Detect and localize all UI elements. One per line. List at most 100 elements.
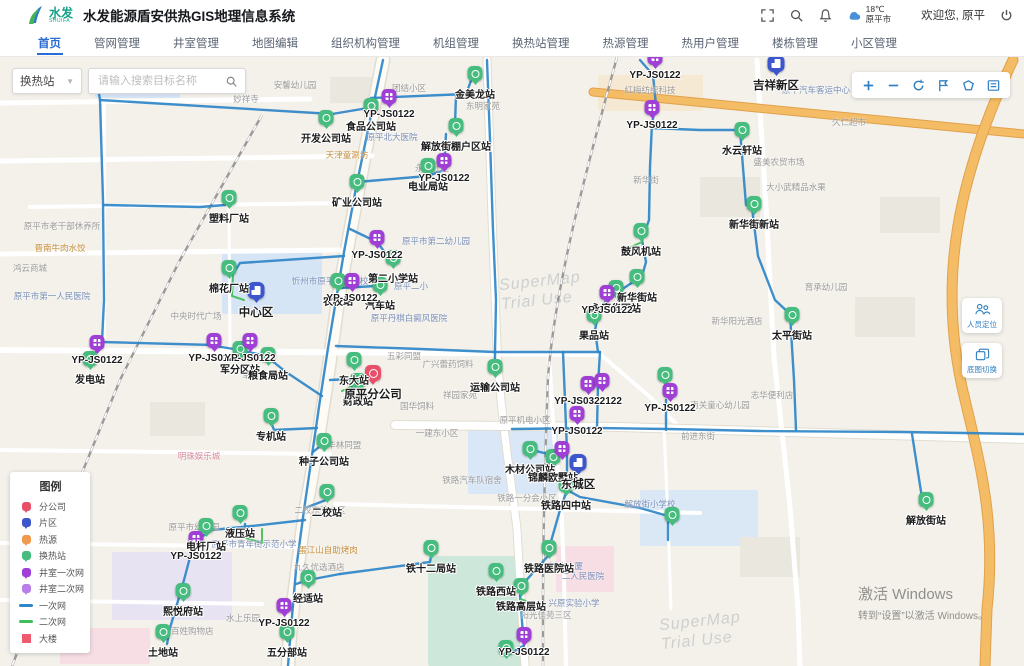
marker-label: 食品公司站: [346, 118, 396, 133]
well-pin[interactable]: [345, 273, 360, 288]
station-pin[interactable]: [489, 563, 504, 578]
legend-label: 片区: [39, 516, 57, 529]
marker-label: 种子公司站: [299, 453, 349, 468]
station-pin[interactable]: [233, 505, 248, 520]
station-pin[interactable]: [320, 484, 335, 499]
marker-label: 二校站: [312, 504, 342, 519]
tab-5[interactable]: 机组管理: [433, 30, 479, 56]
district-pin[interactable]: [248, 282, 265, 299]
marker-label: 东大站: [339, 372, 369, 387]
tab-0[interactable]: 首页: [38, 30, 61, 56]
station-pin[interactable]: [735, 122, 750, 137]
station-pin[interactable]: [331, 273, 346, 288]
map-place-label: 东明家苑: [466, 100, 500, 112]
map-canvas[interactable]: 开发公司站食品公司站金美龙站解放街棚户区站电业局站矿业公司站塑料厂站棉花厂站水云…: [0, 57, 1024, 666]
zoom-out-button[interactable]: [883, 75, 904, 96]
measure-distance-button[interactable]: [933, 75, 954, 96]
station-pin[interactable]: [222, 190, 237, 205]
well-pin[interactable]: [243, 333, 258, 348]
tab-4[interactable]: 组织机构管理: [331, 30, 400, 56]
notification-bell-icon[interactable]: [818, 8, 833, 23]
map-place-label: 原平市第一人民医院: [14, 290, 91, 302]
search-category-select[interactable]: 换热站 ▼: [12, 68, 82, 94]
station-pin[interactable]: [747, 196, 762, 211]
station-pin[interactable]: [264, 408, 279, 423]
map-place-label: 蛋江山自助烤肉: [298, 544, 358, 556]
marker-label: YP-JS0122: [418, 173, 469, 184]
well-pin[interactable]: [663, 383, 678, 398]
marker-label: 经适站: [293, 590, 323, 605]
search-input[interactable]: [96, 74, 225, 88]
station-pin[interactable]: [421, 158, 436, 173]
tab-6[interactable]: 换热站管理: [512, 30, 570, 56]
station-pin[interactable]: [176, 583, 191, 598]
station-pin[interactable]: [156, 624, 171, 639]
well-pin[interactable]: [370, 230, 385, 245]
station-pin[interactable]: [630, 269, 645, 284]
station-pin[interactable]: [222, 260, 237, 275]
marker-label: YP-JS0122: [351, 250, 402, 261]
station-pin[interactable]: [523, 441, 538, 456]
district-pin[interactable]: [768, 57, 785, 72]
well-pin[interactable]: [437, 153, 452, 168]
well-pin[interactable]: [595, 373, 610, 388]
station-pin[interactable]: [317, 433, 332, 448]
well-pin[interactable]: [645, 100, 660, 115]
marker-label: 土地站: [148, 644, 178, 659]
station-pin[interactable]: [634, 223, 649, 238]
well-pin[interactable]: [382, 89, 397, 104]
personnel-locate-button[interactable]: 人员定位: [962, 298, 1002, 333]
tab-9[interactable]: 楼栋管理: [772, 30, 818, 56]
well-pin[interactable]: [600, 285, 615, 300]
well-pin[interactable]: [555, 441, 570, 456]
map-place-label: 鸿云商城: [13, 262, 47, 274]
tab-8[interactable]: 热用户管理: [682, 30, 740, 56]
station-pin[interactable]: [488, 359, 503, 374]
tab-1[interactable]: 管网管理: [94, 30, 140, 56]
tab-2[interactable]: 井室管理: [173, 30, 219, 56]
fullscreen-icon[interactable]: [760, 8, 775, 23]
marker-label: 东城区: [561, 476, 596, 492]
legend-label: 分公司: [39, 500, 66, 513]
legend-swatch: [22, 568, 31, 577]
well-pin[interactable]: [517, 627, 532, 642]
station-pin[interactable]: [449, 118, 464, 133]
station-pin[interactable]: [658, 367, 673, 382]
logout-power-icon[interactable]: [999, 8, 1014, 23]
tab-7[interactable]: 热源管理: [603, 30, 649, 56]
station-pin[interactable]: [919, 492, 934, 507]
station-pin[interactable]: [665, 507, 680, 522]
tab-10[interactable]: 小区管理: [851, 30, 897, 56]
search-icon[interactable]: [789, 8, 804, 23]
station-pin[interactable]: [350, 174, 365, 189]
zoom-in-button[interactable]: [858, 75, 879, 96]
marker-label: 中心区: [239, 304, 274, 320]
reset-view-button[interactable]: [908, 75, 929, 96]
legend-label: 热源: [39, 533, 57, 546]
well-pin[interactable]: [570, 406, 585, 421]
station-pin[interactable]: [319, 110, 334, 125]
legend-swatch: [19, 604, 33, 607]
well-pin[interactable]: [207, 333, 222, 348]
station-pin[interactable]: [424, 540, 439, 555]
search-submit-icon[interactable]: [225, 75, 238, 88]
marker-label: 发电站: [75, 371, 105, 386]
legend-item: 分公司: [19, 498, 90, 515]
map-place-label: 国华饲料: [400, 400, 434, 412]
measure-area-button[interactable]: [958, 75, 979, 96]
basemap-switch-button[interactable]: 底图切换: [962, 343, 1002, 378]
station-pin[interactable]: [301, 570, 316, 585]
well-pin[interactable]: [277, 598, 292, 613]
station-pin[interactable]: [468, 66, 483, 81]
station-pin[interactable]: [542, 540, 557, 555]
layer-list-button[interactable]: [983, 75, 1004, 96]
well-pin[interactable]: [90, 335, 105, 350]
map-place-label: 兴原实验小学: [548, 597, 599, 609]
map-place-label: 明珠娱乐城: [178, 450, 221, 462]
map-place-label: 广兴蕾药饲料: [422, 358, 473, 370]
well-pin[interactable]: [581, 376, 596, 391]
station-pin[interactable]: [785, 307, 800, 322]
tab-3[interactable]: 地图编辑: [252, 30, 298, 56]
well-pin[interactable]: [648, 57, 663, 65]
station-pin[interactable]: [347, 352, 362, 367]
